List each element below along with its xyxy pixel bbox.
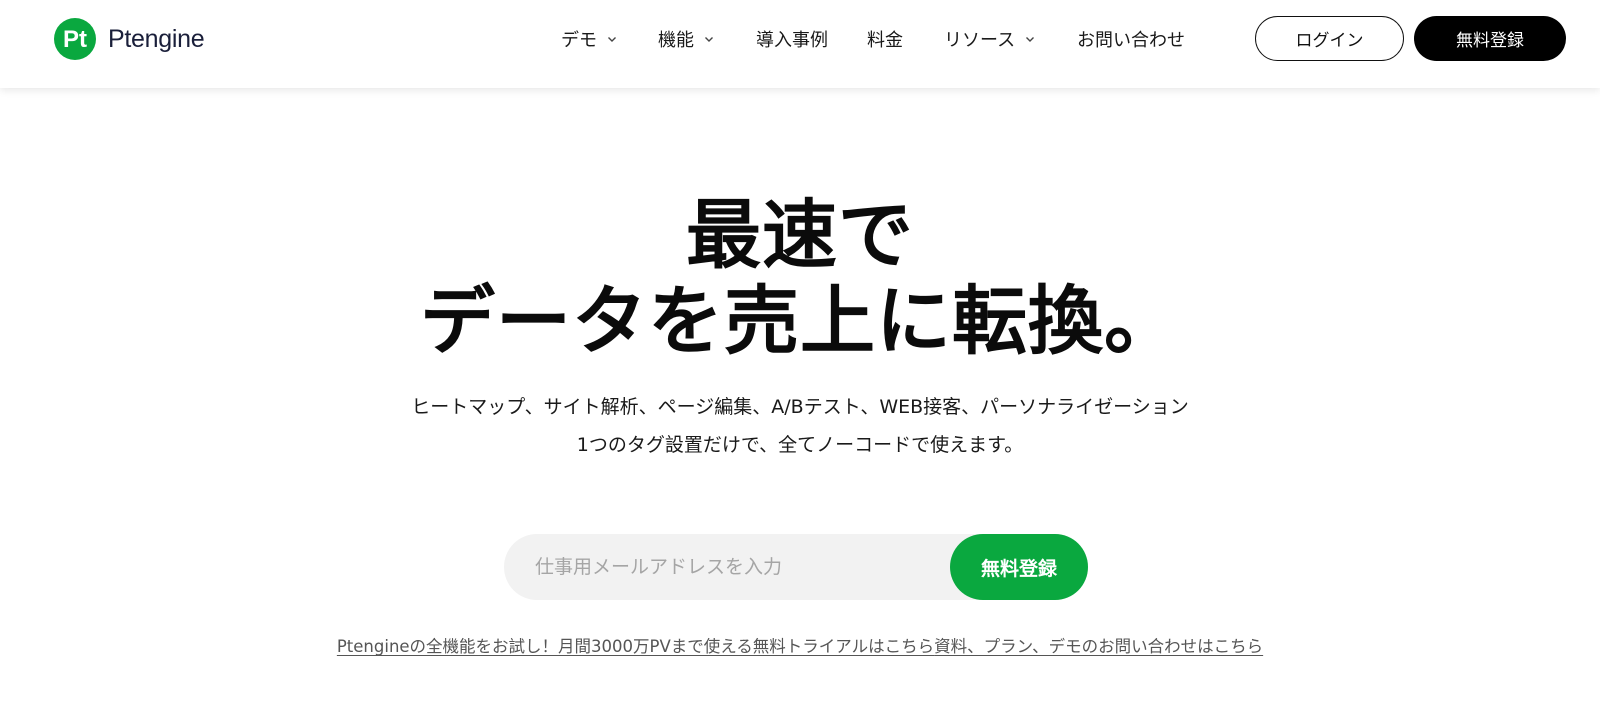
- nav-item-label: お問い合わせ: [1077, 30, 1185, 51]
- pt-monogram-icon: Pt: [63, 26, 87, 53]
- work-email-input[interactable]: [504, 534, 944, 600]
- trial-links: Ptengineの全機能をお試し！月間3000万PVまで使える無料トライアルはこ…: [0, 633, 1600, 657]
- chevron-down-icon: [608, 37, 616, 42]
- nav-item-label: 料金: [867, 30, 903, 51]
- hero-subtitle-line-1: ヒートマップ、サイト解析、ページ編集、A/Bテスト、WEB接客、パーソナライゼー…: [411, 396, 1189, 418]
- nav-item-label: 導入事例: [756, 30, 828, 51]
- chevron-down-icon: [705, 37, 713, 42]
- hero-title-line-2: データを売上に転換。: [419, 277, 1180, 365]
- signup-button[interactable]: 無料登録: [1414, 16, 1566, 61]
- nav-item-features[interactable]: 機能: [658, 26, 714, 52]
- chevron-down-icon: [1026, 37, 1035, 42]
- nav-item-contact[interactable]: お問い合わせ: [1077, 26, 1185, 52]
- nav-item-label: リソース: [944, 30, 1016, 51]
- email-signup-form: 無料登録: [504, 534, 1088, 600]
- nav-item-label: 機能: [658, 30, 694, 51]
- ptengine-logo[interactable]: Pt Ptengine: [54, 18, 205, 60]
- signup-submit-button[interactable]: 無料登録: [950, 534, 1088, 600]
- contact-link[interactable]: 資料、プラン、デモのお問い合わせはこちら: [934, 637, 1263, 656]
- hero-subtitle: ヒートマップ、サイト解析、ページ編集、A/Bテスト、WEB接客、パーソナライゼー…: [0, 388, 1600, 464]
- site-header: Pt Ptengine デモ 機能 導入事例 料金 リソース お問い合わせ ログ…: [0, 0, 1600, 88]
- hero-title: 最速で データを売上に転換。: [0, 192, 1600, 364]
- login-button[interactable]: ログイン: [1255, 16, 1404, 61]
- logo-mark-icon: Pt: [54, 18, 96, 60]
- free-trial-link[interactable]: Ptengineの全機能をお試し！月間3000万PVまで使える無料トライアルはこ…: [337, 637, 934, 656]
- brand-name: Ptengine: [108, 24, 205, 53]
- nav-item-label: デモ: [561, 30, 597, 51]
- hero-subtitle-line-2: 1つのタグ設置だけで、全てノーコードで使えます。: [576, 434, 1024, 456]
- svg-text:Pt: Pt: [63, 26, 87, 53]
- nav-item-resources[interactable]: リソース: [944, 26, 1035, 52]
- hero-title-line-1: 最速で: [685, 191, 914, 279]
- nav-item-pricing[interactable]: 料金: [867, 26, 903, 52]
- nav-item-case-studies[interactable]: 導入事例: [756, 26, 828, 52]
- nav-item-demo[interactable]: デモ: [561, 26, 617, 52]
